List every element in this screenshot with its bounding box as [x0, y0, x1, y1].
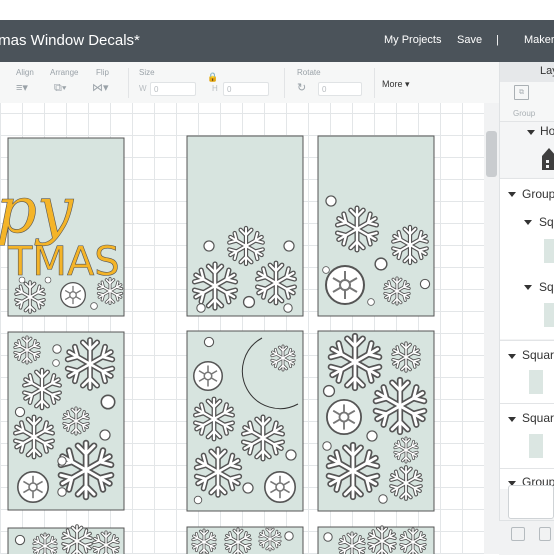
- layer-row-square[interactable]: Squar: [500, 341, 554, 403]
- toolbar-divider: [128, 68, 129, 98]
- decal-panel[interactable]: py TMAS: [0, 137, 125, 317]
- width-label: W: [139, 84, 147, 93]
- group-button-label: Group: [513, 109, 536, 118]
- layer-swatch: [529, 434, 543, 458]
- edit-toolbar: Align ≡▾ Arrange ⧉▾ Flip ⋈▾ Size W 0 🔒 H…: [0, 62, 499, 104]
- decal-panel[interactable]: [7, 524, 125, 554]
- top-strip: [0, 0, 554, 20]
- maker-button[interactable]: Maker: [524, 34, 554, 46]
- save-button[interactable]: Save: [457, 34, 482, 46]
- group-icon: ⧉: [514, 85, 529, 100]
- weld-icon[interactable]: [539, 527, 551, 541]
- arrange-icon[interactable]: ⧉▾: [54, 82, 66, 94]
- my-projects-link[interactable]: My Projects: [384, 34, 441, 46]
- toolbar-divider: [284, 68, 285, 98]
- decal-panel[interactable]: [186, 135, 304, 317]
- chevron-down-icon: [527, 130, 535, 135]
- chevron-down-icon: [524, 285, 532, 290]
- align-label: Align: [16, 68, 34, 77]
- house-icon: [542, 148, 554, 170]
- chevron-down-icon: [524, 220, 532, 225]
- layer-row-house[interactable]: Ho: [500, 122, 554, 177]
- tab-layers[interactable]: Lay: [500, 62, 554, 82]
- more-menu-button[interactable]: More ▾: [382, 79, 410, 90]
- layer-swatch: [529, 370, 543, 394]
- layer-field[interactable]: [508, 485, 554, 519]
- layers-panel: Lay ⧉ Group Ho Group Sq Sq Squar Squar: [499, 62, 554, 554]
- flip-icon[interactable]: ⋈▾: [92, 82, 109, 94]
- height-label: H: [212, 84, 218, 93]
- layer-label: Squar: [522, 348, 554, 362]
- width-input[interactable]: 0: [150, 82, 196, 96]
- canvas-scrollbar[interactable]: [484, 103, 499, 554]
- lock-icon[interactable]: 🔒: [207, 72, 218, 83]
- chevron-down-icon: [508, 354, 516, 359]
- decal-panel[interactable]: [186, 330, 304, 512]
- size-label: Size: [139, 68, 155, 77]
- decal-panel[interactable]: [317, 135, 435, 317]
- chevron-down-icon: [508, 192, 516, 197]
- flip-label: Flip: [96, 68, 109, 77]
- layer-swatch: [544, 303, 554, 327]
- height-input[interactable]: 0: [223, 82, 269, 96]
- svg-text:py: py: [0, 174, 74, 248]
- panel-actions: [499, 520, 554, 555]
- layer-label: Sq: [539, 215, 554, 229]
- decal-panel[interactable]: [317, 330, 435, 512]
- decal-panel[interactable]: [186, 526, 304, 554]
- layer-label: Group: [522, 187, 554, 201]
- design-canvas[interactable]: py TMAS: [0, 103, 484, 554]
- chevron-down-icon: [508, 417, 516, 422]
- project-title: tmas Window Decals*: [0, 32, 140, 49]
- rotate-label: Rotate: [297, 68, 321, 77]
- toolbar-divider: [374, 68, 375, 98]
- scrollbar-thumb[interactable]: [486, 131, 497, 177]
- group-button[interactable]: ⧉ Group: [500, 82, 554, 122]
- rotate-icon[interactable]: ↻: [297, 82, 306, 94]
- layer-swatch: [544, 239, 554, 263]
- header-bar: tmas Window Decals* My Projects Save | M…: [0, 20, 554, 62]
- decal-panel[interactable]: [7, 331, 125, 511]
- align-icon[interactable]: ≡▾: [16, 82, 28, 94]
- nav-separator: |: [496, 34, 499, 46]
- decal-panel[interactable]: [317, 525, 435, 554]
- layer-label: Ho: [540, 124, 554, 138]
- layer-label: Squar: [522, 411, 554, 425]
- layer-row-square[interactable]: Squar: [500, 404, 554, 468]
- layer-row-group[interactable]: Group Sq Sq: [500, 179, 554, 339]
- design-artwork: py TMAS: [0, 135, 435, 554]
- arrange-label: Arrange: [50, 68, 79, 77]
- layer-label: Sq: [539, 280, 554, 294]
- slice-icon[interactable]: [511, 527, 525, 541]
- rotate-input[interactable]: 0: [318, 82, 362, 96]
